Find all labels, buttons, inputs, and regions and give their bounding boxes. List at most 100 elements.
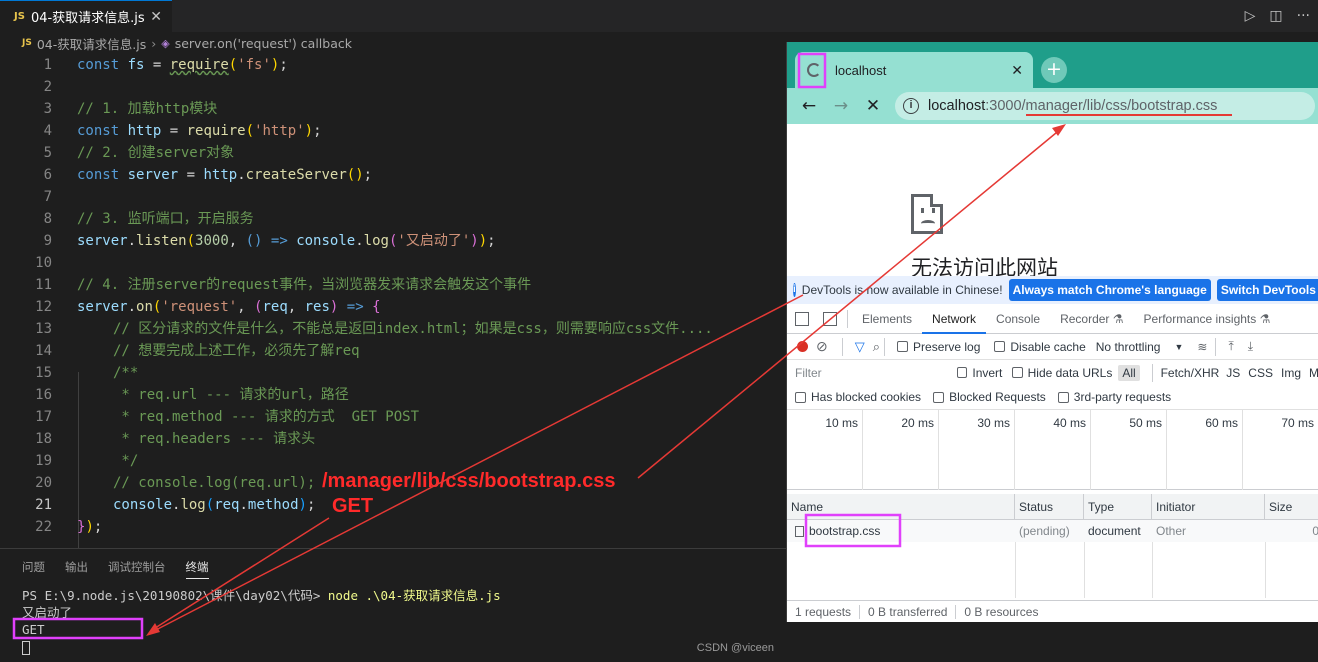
- inspect-element-icon[interactable]: [795, 311, 809, 326]
- run-icon[interactable]: ▷: [1245, 8, 1256, 24]
- invert-checkbox[interactable]: [957, 367, 968, 378]
- search-icon[interactable]: ⌕: [873, 339, 880, 355]
- more-actions-icon[interactable]: ···: [1297, 8, 1310, 24]
- line-number: 7: [43, 189, 52, 205]
- network-timeline[interactable]: 10 ms 20 ms 30 ms 40 ms 50 ms 60 ms 70 m…: [787, 410, 1318, 490]
- device-toolbar-icon[interactable]: [823, 311, 837, 326]
- blocked-requests-checkbox[interactable]: [933, 391, 945, 403]
- filter-icon[interactable]: ▽: [855, 339, 865, 355]
- record-icon[interactable]: [797, 341, 808, 352]
- line-number: 10: [35, 255, 52, 271]
- terminal-command: node .\04-获取请求信息.js: [327, 588, 501, 603]
- split-editor-icon[interactable]: ◫: [1269, 8, 1282, 24]
- code-line: * req.headers --- 请求头: [113, 431, 316, 447]
- request-size: 0: [1265, 520, 1318, 542]
- browser-tab[interactable]: localhost ✕: [795, 52, 1033, 88]
- hide-data-urls-label: Hide data URLs: [1027, 365, 1113, 380]
- js-file-icon: JS: [22, 38, 32, 48]
- request-status: (pending): [1019, 524, 1070, 538]
- filter-input[interactable]: Filter: [793, 364, 945, 382]
- tab-network[interactable]: Network: [922, 304, 987, 334]
- column-status[interactable]: Status: [1015, 494, 1084, 520]
- export-har-icon[interactable]: ⤓: [1248, 339, 1253, 354]
- code-line: // 区分请求的文件是什么，不能总是返回index.html；如果是css，则需…: [113, 321, 713, 337]
- code-line: // 想要完成上述工作，必须先了解req: [113, 343, 360, 359]
- network-toolbar: ⊘ ▽ ⌕ Preserve log Disable cache No thro…: [787, 334, 1318, 360]
- browser-page: 无法访问此网站: [787, 124, 1318, 280]
- import-har-icon[interactable]: ⤒: [1228, 339, 1233, 354]
- code-editor[interactable]: 1 2 3 4 5 6 7 8 9 10 11 12 13 14 15 16 17 18 19 20 21 22 cons…: [0, 54, 790, 572]
- column-name[interactable]: Name: [787, 494, 1015, 520]
- request-count: 1 requests: [787, 604, 861, 619]
- type-filter-fetch[interactable]: Fetch/XHR: [1161, 366, 1220, 380]
- close-icon[interactable]: ✕: [150, 9, 162, 25]
- blocked-cookies-checkbox[interactable]: [795, 391, 806, 403]
- chevron-down-icon[interactable]: ▼: [1174, 342, 1183, 352]
- terminal-cursor: [22, 640, 30, 655]
- code-line: const http = require('http');: [77, 123, 322, 139]
- forward-icon[interactable]: →: [825, 96, 857, 116]
- code-line: server.listen(3000, () => console.log('又…: [77, 233, 496, 249]
- network-summary-bar: 1 requests 0 B transferred 0 B resources: [787, 600, 1318, 622]
- switch-devtools-button[interactable]: Switch DevTools to: [1216, 279, 1318, 301]
- clear-icon[interactable]: ⊘: [816, 338, 828, 355]
- tab-performance-insights[interactable]: Performance insights ⚗: [1134, 304, 1281, 334]
- type-filter-img[interactable]: Img: [1281, 366, 1301, 380]
- type-filter-js[interactable]: JS: [1226, 366, 1240, 380]
- always-match-language-button[interactable]: Always match Chrome's language: [1008, 279, 1211, 301]
- hide-data-urls-checkbox[interactable]: [1012, 367, 1023, 378]
- type-filter-media[interactable]: M: [1309, 366, 1318, 380]
- timeline-tick: 70 ms: [1243, 410, 1318, 490]
- url-host: localhost: [928, 98, 986, 114]
- annotation-method-output: GET: [332, 495, 374, 517]
- tab-elements[interactable]: Elements: [852, 304, 922, 334]
- close-icon[interactable]: ✕: [1011, 62, 1023, 79]
- tab-console[interactable]: Console: [986, 304, 1050, 334]
- url-path: :3000/manager/lib/css/bootstrap.css: [985, 98, 1218, 114]
- line-number: 2: [43, 79, 52, 95]
- third-party-checkbox[interactable]: [1057, 391, 1069, 403]
- tab-problems[interactable]: 问题: [22, 559, 45, 579]
- blocked-cookies-label: Has blocked cookies: [811, 390, 922, 404]
- code-line-active: console.log(req.method);: [113, 497, 316, 513]
- terminal-prompt: PS E:\9.node.js\20190802\课件\day02\代码>: [22, 588, 328, 603]
- tab-debug-console[interactable]: 调试控制台: [108, 559, 166, 579]
- code-line: // 1. 加载http模块: [77, 101, 218, 117]
- disable-cache-checkbox[interactable]: [994, 341, 1006, 352]
- type-filter-all[interactable]: All: [1118, 364, 1140, 381]
- editor-actions: ▷ ◫ ···: [1245, 0, 1310, 32]
- terminal-line: 又启动了: [22, 605, 73, 620]
- stop-icon[interactable]: ✕: [857, 96, 889, 116]
- breadcrumb-symbol[interactable]: server.on('request') callback: [175, 36, 352, 51]
- throttling-select[interactable]: No throttling: [1096, 340, 1161, 354]
- network-conditions-icon[interactable]: ≋: [1197, 340, 1207, 354]
- editor-tab[interactable]: JS 04-获取请求信息.js ✕: [0, 0, 172, 32]
- info-icon[interactable]: i: [903, 98, 919, 114]
- breadcrumb-file[interactable]: 04-获取请求信息.js: [37, 34, 146, 53]
- tab-output[interactable]: 输出: [65, 559, 88, 579]
- network-filter-row-2: Has blocked cookies Blocked Requests 3rd…: [787, 385, 1318, 410]
- tab-recorder[interactable]: Recorder ⚗: [1050, 304, 1133, 334]
- tab-terminal[interactable]: 终端: [185, 559, 209, 579]
- new-tab-button[interactable]: +: [1041, 57, 1067, 83]
- resources-size: 0 B resources: [964, 604, 1039, 619]
- loading-spinner-icon: [807, 63, 821, 77]
- terminal-output[interactable]: PS E:\9.node.js\20190802\课件\day02\代码> no…: [22, 587, 501, 655]
- code-line: const fs = require('fs');: [77, 57, 288, 73]
- browser-toolbar: ← → ✕ i localhost:3000/manager/lib/css/b…: [787, 88, 1318, 124]
- request-name: bootstrap.css: [791, 520, 1015, 542]
- disable-cache-label: Disable cache: [1010, 339, 1086, 354]
- code-line: // 3. 监听端口，开启服务: [77, 211, 254, 227]
- column-initiator[interactable]: Initiator: [1152, 494, 1265, 520]
- preserve-log-label: Preserve log: [913, 339, 981, 354]
- browser-tab-strip: localhost ✕ +: [787, 42, 1318, 88]
- devtools-panel: i DevTools is now available in Chinese! …: [787, 276, 1318, 622]
- address-bar[interactable]: i localhost:3000/manager/lib/css/bootstr…: [895, 92, 1315, 120]
- column-type[interactable]: Type: [1084, 494, 1152, 520]
- column-size[interactable]: Size: [1265, 494, 1318, 520]
- timeline-tick: 40 ms: [1015, 410, 1091, 490]
- back-icon[interactable]: ←: [793, 96, 825, 116]
- type-filter-css[interactable]: CSS: [1248, 366, 1273, 380]
- preserve-log-checkbox[interactable]: [897, 341, 909, 352]
- bottom-panel: 问题 输出 调试控制台 终端 PS E:\9.node.js\20190802\…: [0, 548, 790, 662]
